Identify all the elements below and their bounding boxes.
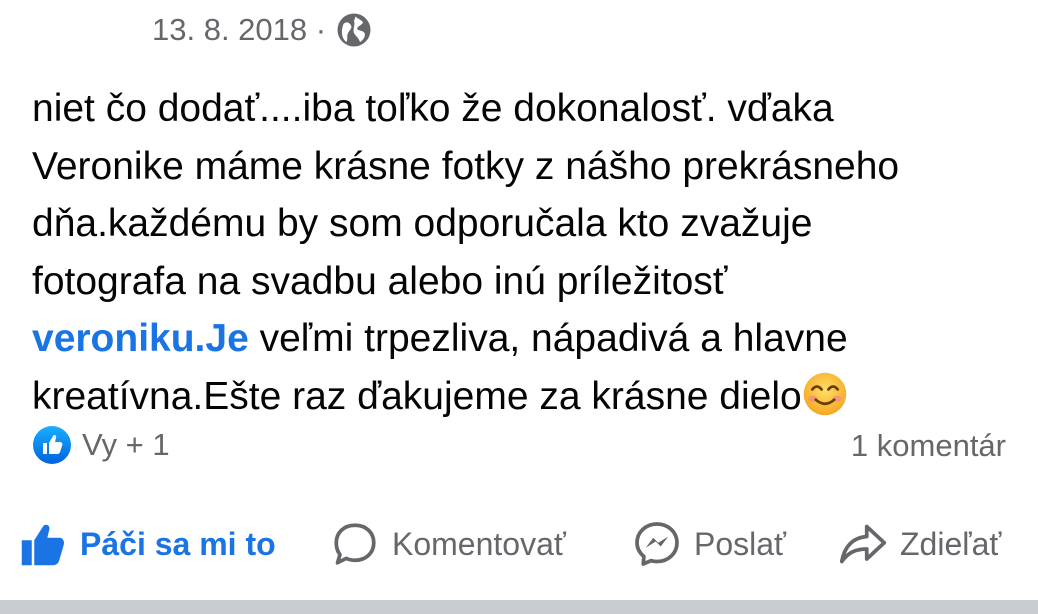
post-text-line: fotografa na svadbu alebo inú príležitos… bbox=[32, 259, 728, 303]
comment-button[interactable]: Komentovať bbox=[330, 512, 566, 576]
post-text-fragment: veľmi trpezliva, nápadivá a hlavne bbox=[248, 317, 848, 360]
messenger-icon bbox=[635, 522, 679, 566]
comments-count[interactable]: 1 komentár bbox=[851, 428, 1006, 464]
post-card: 13. 8. 2018 · niet čo dodať....iba toľko… bbox=[0, 0, 1038, 600]
post-date[interactable]: 13. 8. 2018 · bbox=[152, 12, 326, 48]
post-text-fragment: kreatívna.Ešte raz ďakujeme za krásne di… bbox=[32, 374, 802, 418]
post-text-line: veroniku.Je veľmi trpezliva, nápadivá a … bbox=[32, 310, 1022, 368]
post-text: niet čo dodať....iba toľko že dokonalosť… bbox=[32, 80, 1022, 425]
like-button-label: Páči sa mi to bbox=[80, 525, 276, 562]
send-button-label: Poslať bbox=[694, 525, 787, 562]
post-text-line: dňa.každému by som odporučala kto zvažuj… bbox=[32, 202, 813, 245]
post-text-line: niet čo dodať....iba toľko že dokonalosť… bbox=[32, 87, 834, 130]
reactions-summary[interactable]: Vy + 1 bbox=[32, 425, 170, 465]
comment-bubble-icon bbox=[334, 523, 376, 565]
action-bar: Páči sa mi to Komentovať Poslať Zdieľať bbox=[0, 512, 1038, 576]
post-text-line: Veronike máme krásne fotky z nášho prekr… bbox=[32, 144, 900, 188]
like-reaction-icon bbox=[33, 426, 71, 464]
thumbs-up-icon bbox=[21, 524, 65, 566]
mention-link[interactable]: veroniku.Je bbox=[32, 317, 249, 360]
send-button[interactable]: Poslať bbox=[632, 512, 786, 576]
like-button[interactable]: Páči sa mi to bbox=[18, 512, 276, 576]
share-button[interactable]: Zdieľať bbox=[838, 512, 1001, 576]
comment-button-label: Komentovať bbox=[392, 525, 566, 562]
share-button-label: Zdieľať bbox=[900, 525, 1002, 562]
post-text-line: kreatívna.Ešte raz ďakujeme za krásne di… bbox=[32, 368, 1022, 426]
smiling-face-icon bbox=[803, 372, 846, 415]
feed-separator bbox=[0, 600, 1038, 614]
globe-icon bbox=[337, 13, 371, 47]
post-meta: 13. 8. 2018 · bbox=[152, 10, 372, 50]
reactions-count: Vy + 1 bbox=[82, 427, 170, 462]
share-arrow-icon bbox=[839, 524, 887, 564]
